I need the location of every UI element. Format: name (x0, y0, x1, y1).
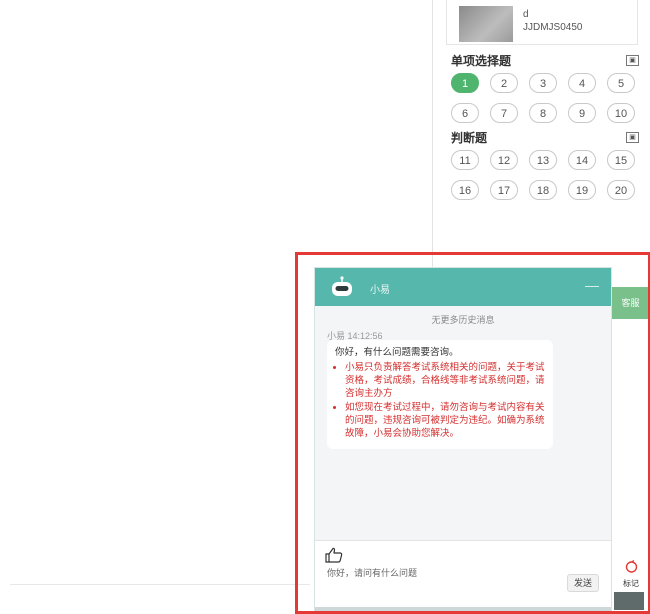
question-grid-true-false: 11 12 13 14 15 16 17 18 19 20 (451, 150, 641, 200)
question-button-15[interactable]: 15 (607, 150, 635, 170)
question-button-3[interactable]: 3 (529, 73, 557, 93)
collapse-icon[interactable]: ▣ (626, 132, 639, 143)
section-title-true-false: 判断题 (451, 131, 488, 145)
question-button-16[interactable]: 16 (451, 180, 479, 200)
question-button-17[interactable]: 17 (490, 180, 518, 200)
bottom-divider (10, 584, 310, 585)
question-button-19[interactable]: 19 (568, 180, 596, 200)
question-button-4[interactable]: 4 (568, 73, 596, 93)
student-card: d JJDMJS0450 (446, 0, 638, 45)
student-id: JJDMJS0450 (523, 22, 583, 33)
question-button-5[interactable]: 5 (607, 73, 635, 93)
question-button-9[interactable]: 9 (568, 103, 596, 123)
question-button-1[interactable]: 1 (451, 73, 479, 93)
question-button-7[interactable]: 7 (490, 103, 518, 123)
question-button-10[interactable]: 10 (607, 103, 635, 123)
question-button-12[interactable]: 12 (490, 150, 518, 170)
student-photo (459, 6, 513, 42)
question-button-11[interactable]: 11 (451, 150, 479, 170)
student-name: d (523, 9, 529, 20)
question-button-6[interactable]: 6 (451, 103, 479, 123)
highlight-frame (295, 252, 650, 614)
question-button-20[interactable]: 20 (607, 180, 635, 200)
section-title-single-choice: 单项选择题 (451, 54, 512, 68)
collapse-icon[interactable]: ▣ (626, 55, 639, 66)
question-button-18[interactable]: 18 (529, 180, 557, 200)
question-grid-single-choice: 1 2 3 4 5 6 7 8 9 10 (451, 73, 641, 123)
question-button-8[interactable]: 8 (529, 103, 557, 123)
question-button-2[interactable]: 2 (490, 73, 518, 93)
question-button-13[interactable]: 13 (529, 150, 557, 170)
question-button-14[interactable]: 14 (568, 150, 596, 170)
